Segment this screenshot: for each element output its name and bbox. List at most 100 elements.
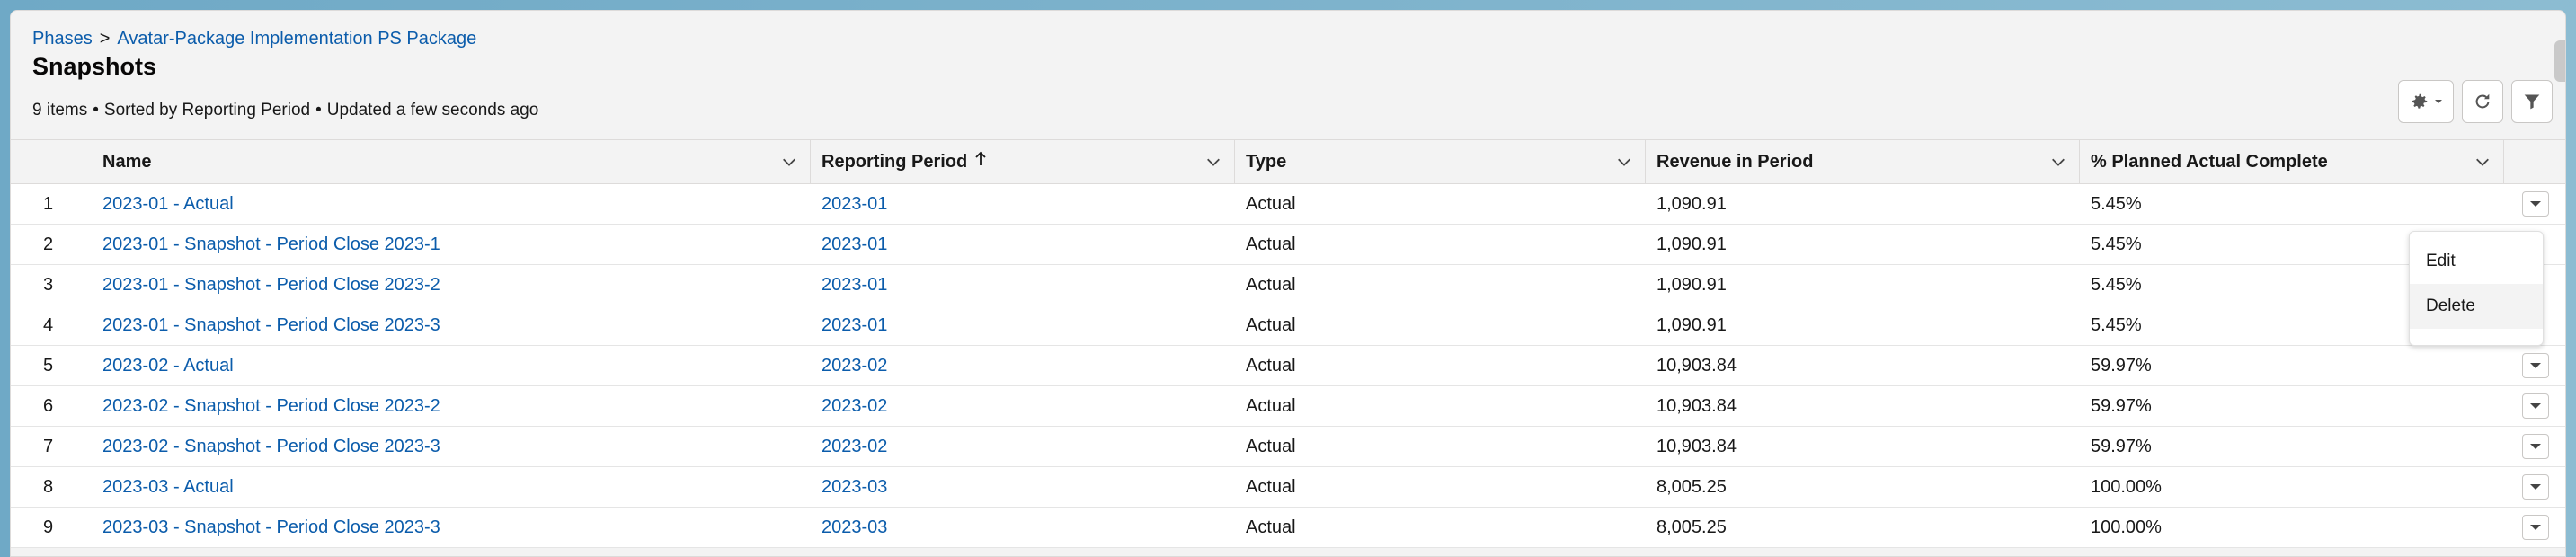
chevron-down-icon[interactable] (1616, 154, 1632, 170)
row-actions-button[interactable] (2522, 515, 2549, 540)
column-header-reporting-period[interactable]: Reporting Period (811, 140, 1235, 183)
revenue-cell: 8,005.25 (1657, 476, 1727, 497)
row-actions-button[interactable] (2522, 191, 2549, 217)
row-actions-cell (2504, 427, 2565, 466)
snapshots-table: Name Reporting Period Type Revenue in Pe… (11, 139, 2565, 548)
type-cell: Actual (1246, 395, 1296, 416)
row-actions-cell (2504, 508, 2565, 547)
reporting-period-link[interactable]: 2023-02 (822, 396, 887, 417)
menu-item-delete[interactable]: Delete (2410, 284, 2543, 329)
snapshot-name-link[interactable]: 2023-01 - Snapshot - Period Close 2023-3 (102, 315, 440, 336)
row-actions-cell (2504, 184, 2565, 224)
type-cell: Actual (1246, 234, 1296, 254)
row-number-header (11, 140, 92, 183)
table-row: 5 2023-02 - Actual 2023-02 Actual 10,903… (11, 346, 2565, 386)
type-cell: Actual (1246, 476, 1296, 497)
snapshot-name-link[interactable]: 2023-02 - Snapshot - Period Close 2023-2 (102, 396, 440, 417)
percent-complete-cell: 59.97% (2091, 436, 2152, 456)
revenue-cell: 10,903.84 (1657, 436, 1737, 456)
menu-item-edit[interactable]: Edit (2410, 239, 2543, 284)
table-row: 1 2023-01 - Actual 2023-01 Actual 1,090.… (11, 184, 2565, 225)
reporting-period-link[interactable]: 2023-02 (822, 356, 887, 376)
table-row: 6 2023-02 - Snapshot - Period Close 2023… (11, 386, 2565, 427)
column-header-revenue[interactable]: Revenue in Period (1646, 140, 2080, 183)
row-number: 7 (43, 436, 54, 456)
table-header-row: Name Reporting Period Type Revenue in Pe… (11, 140, 2565, 184)
chevron-down-icon[interactable] (781, 154, 797, 170)
caret-down-icon (2434, 100, 2442, 103)
scrollbar-handle[interactable] (2554, 40, 2565, 82)
sort-ascending-icon (974, 151, 987, 172)
snapshot-name-link[interactable]: 2023-02 - Snapshot - Period Close 2023-3 (102, 437, 440, 457)
snapshot-name-link[interactable]: 2023-03 - Snapshot - Period Close 2023-3 (102, 517, 440, 538)
list-toolbar (2398, 80, 2553, 123)
revenue-cell: 10,903.84 (1657, 395, 1737, 416)
revenue-cell: 1,090.91 (1657, 234, 1727, 254)
row-actions-button[interactable] (2522, 434, 2549, 459)
row-actions-menu: Edit Delete (2409, 231, 2544, 346)
caret-down-icon (2530, 444, 2541, 449)
column-header-label: Type (1246, 151, 1287, 172)
reporting-period-link[interactable]: 2023-03 (822, 477, 887, 498)
type-cell: Actual (1246, 355, 1296, 376)
meta-separator: • (315, 101, 322, 119)
breadcrumb-package-link[interactable]: Avatar-Package Implementation PS Package (117, 29, 476, 49)
chevron-down-icon[interactable] (2474, 154, 2491, 170)
reporting-period-link[interactable]: 2023-01 (822, 194, 887, 215)
reporting-period-link[interactable]: 2023-02 (822, 437, 887, 457)
reporting-period-link[interactable]: 2023-01 (822, 275, 887, 296)
caret-down-icon (2530, 484, 2541, 490)
row-actions-button[interactable] (2522, 353, 2549, 378)
snapshot-name-link[interactable]: 2023-01 - Snapshot - Period Close 2023-2 (102, 275, 440, 296)
breadcrumb-separator: > (99, 29, 111, 49)
reporting-period-link[interactable]: 2023-03 (822, 517, 887, 538)
percent-complete-cell: 59.97% (2091, 355, 2152, 376)
table-row: 7 2023-02 - Snapshot - Period Close 2023… (11, 427, 2565, 467)
caret-down-icon (2530, 363, 2541, 368)
table-row: 4 2023-01 - Snapshot - Period Close 2023… (11, 305, 2565, 346)
snapshot-name-link[interactable]: 2023-02 - Actual (102, 356, 234, 376)
list-header: Phases > Avatar-Package Implementation PS … (32, 29, 476, 81)
list-view-card: Phases > Avatar-Package Implementation PS … (10, 10, 2566, 557)
percent-complete-cell: 5.45% (2091, 193, 2142, 214)
row-number: 8 (43, 476, 54, 497)
refresh-button[interactable] (2462, 80, 2503, 123)
caret-down-icon (2530, 201, 2541, 207)
column-header-name[interactable]: Name (92, 140, 811, 183)
column-header-percent-complete[interactable]: % Planned Actual Complete (2080, 140, 2504, 183)
snapshot-name-link[interactable]: 2023-01 - Actual (102, 194, 234, 215)
item-count: 9 items (32, 101, 88, 119)
caret-down-icon (2530, 525, 2541, 530)
row-actions-button[interactable] (2522, 393, 2549, 419)
row-actions-button[interactable] (2522, 474, 2549, 500)
refresh-icon (2475, 93, 2490, 109)
table-row: 8 2023-03 - Actual 2023-03 Actual 8,005.… (11, 467, 2565, 508)
type-cell: Actual (1246, 314, 1296, 335)
column-header-label: Revenue in Period (1657, 151, 1814, 172)
breadcrumb-phases-link[interactable]: Phases (32, 29, 93, 49)
row-number: 2 (43, 234, 54, 254)
chevron-down-icon[interactable] (2050, 154, 2066, 170)
filter-button[interactable] (2511, 80, 2553, 123)
type-cell: Actual (1246, 436, 1296, 456)
revenue-cell: 1,090.91 (1657, 193, 1727, 214)
updated-info: Updated a few seconds ago (326, 101, 539, 119)
chevron-down-icon[interactable] (1205, 154, 1221, 170)
snapshot-name-link[interactable]: 2023-03 - Actual (102, 477, 234, 498)
reporting-period-link[interactable]: 2023-01 (822, 315, 887, 336)
column-header-label: % Planned Actual Complete (2091, 151, 2328, 172)
list-settings-button[interactable] (2398, 80, 2454, 123)
reporting-period-link[interactable]: 2023-01 (822, 234, 887, 255)
column-header-type[interactable]: Type (1235, 140, 1646, 183)
snapshot-name-link[interactable]: 2023-01 - Snapshot - Period Close 2023-1 (102, 234, 440, 255)
row-actions-cell (2504, 467, 2565, 507)
breadcrumb: Phases > Avatar-Package Implementation PS … (32, 29, 476, 49)
revenue-cell: 10,903.84 (1657, 355, 1737, 376)
row-actions-cell (2504, 346, 2565, 385)
revenue-cell: 8,005.25 (1657, 517, 1727, 537)
row-number: 1 (43, 193, 54, 214)
percent-complete-cell: 100.00% (2091, 517, 2162, 537)
percent-complete-cell: 100.00% (2091, 476, 2162, 497)
type-cell: Actual (1246, 274, 1296, 295)
page-title: Snapshots (32, 53, 157, 80)
